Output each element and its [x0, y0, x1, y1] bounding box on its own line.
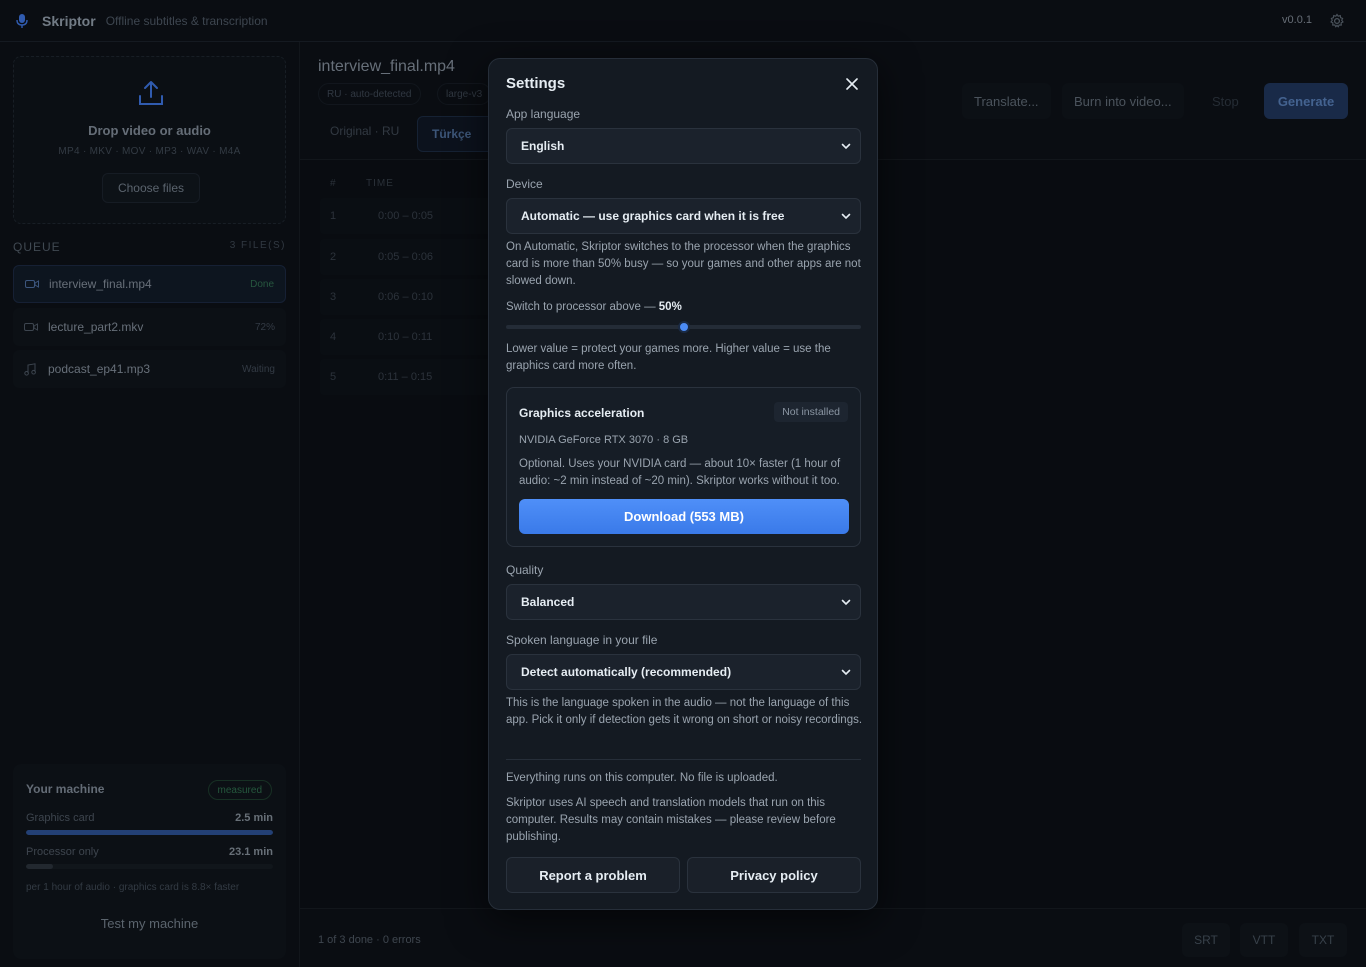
gpu-description: Optional. Uses your NVIDIA card — about …	[519, 458, 841, 487]
device-help: On Automatic, Skriptor switches to the p…	[506, 241, 861, 287]
divider	[506, 759, 861, 760]
switch-value: 50%	[658, 301, 682, 313]
settings-dialog: Settings App language English Device Aut…	[488, 58, 878, 910]
gpu-acceleration-card: Graphics acceleration Not installed NVID…	[506, 387, 861, 547]
chevron-down-icon	[840, 140, 852, 152]
threshold-slider[interactable]	[506, 321, 861, 333]
quality-value: Balanced	[521, 595, 575, 609]
device-label: Device	[506, 177, 543, 191]
app-language-value: English	[521, 139, 565, 153]
report-problem-button[interactable]: Report a problem	[506, 857, 680, 893]
settings-title: Settings	[506, 75, 566, 92]
spoken-language-value: Detect automatically (recommended)	[521, 665, 732, 679]
device-value: Automatic — use graphics card when it is…	[521, 209, 785, 223]
gpu-title: Graphics acceleration	[519, 406, 645, 420]
switch-label-text: Switch to processor above —	[506, 301, 656, 313]
privacy-policy-button[interactable]: Privacy policy	[687, 857, 861, 893]
app-language-select[interactable]: English	[506, 128, 861, 164]
switch-label: Switch to processor above — 50%	[506, 301, 682, 313]
slider-help: Lower value = protect your games more. H…	[506, 343, 831, 372]
spoken-language-label: Spoken language in your file	[506, 633, 658, 647]
gpu-status-badge: Not installed	[774, 402, 848, 422]
chevron-down-icon	[840, 666, 852, 678]
spoken-language-select[interactable]: Detect automatically (recommended)	[506, 654, 861, 690]
chevron-down-icon	[840, 596, 852, 608]
chevron-down-icon	[840, 210, 852, 222]
app-language-label: App language	[506, 107, 581, 121]
quality-label: Quality	[506, 563, 544, 577]
quality-select[interactable]: Balanced	[506, 584, 861, 620]
close-icon[interactable]	[841, 73, 863, 95]
slider-knob[interactable]	[677, 321, 690, 333]
privacy-note: Everything runs on this computer. No fil…	[506, 772, 778, 784]
spoken-language-help: This is the language spoken in the audio…	[506, 697, 863, 726]
device-select[interactable]: Automatic — use graphics card when it is…	[506, 198, 861, 234]
ai-note: Skriptor uses AI speech and translation …	[506, 797, 836, 843]
gpu-card-name: NVIDIA GeForce RTX 3070 · 8 GB	[519, 434, 689, 446]
download-button[interactable]: Download (553 MB)	[519, 499, 849, 534]
